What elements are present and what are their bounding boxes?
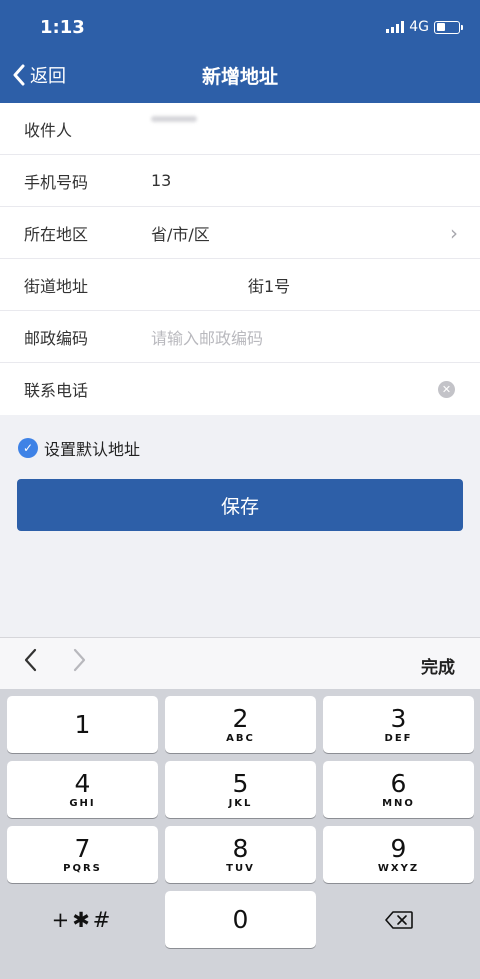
- status-indicators: 4G: [386, 19, 463, 35]
- backspace-icon: [384, 910, 413, 929]
- key-1[interactable]: 1: [7, 696, 158, 753]
- checkmark-icon: ✓: [18, 438, 38, 458]
- key-4[interactable]: 4 GHI: [7, 761, 158, 818]
- back-button[interactable]: 返回: [12, 62, 66, 88]
- region-field[interactable]: 省/市/区: [151, 221, 480, 245]
- key-9[interactable]: 9 WXYZ: [323, 826, 474, 883]
- key-digit: 2: [232, 703, 249, 733]
- street-row[interactable]: 街道地址 街1号: [0, 259, 480, 311]
- postcode-field[interactable]: 请输入邮政编码: [151, 325, 480, 349]
- recipient-field[interactable]: [151, 116, 480, 138]
- recipient-row[interactable]: 收件人: [0, 103, 480, 155]
- phone-row[interactable]: 手机号码 13: [0, 155, 480, 207]
- key-6[interactable]: 6 MNO: [323, 761, 474, 818]
- phone-field[interactable]: 13: [151, 171, 480, 190]
- postcode-row[interactable]: 邮政编码 请输入邮政编码: [0, 311, 480, 363]
- key-digit: 3: [390, 703, 407, 733]
- key-7[interactable]: 7 PQRS: [7, 826, 158, 883]
- phone-label: 手机号码: [24, 172, 89, 192]
- default-address-toggle[interactable]: ✓ 设置默认地址: [18, 436, 140, 460]
- street-field[interactable]: 街1号: [151, 273, 480, 297]
- key-letters: PQRS: [63, 862, 102, 874]
- region-row[interactable]: 所在地区 省/市/区 ›: [0, 207, 480, 259]
- key-3[interactable]: 3 DEF: [323, 696, 474, 753]
- key-letters: DEF: [384, 732, 413, 744]
- previous-field-button[interactable]: [22, 647, 38, 680]
- recipient-label: 收件人: [24, 120, 73, 140]
- key-0[interactable]: 0: [165, 891, 316, 948]
- redacted-name: [151, 116, 197, 122]
- key-digit: 8: [232, 833, 249, 863]
- symbols-label: +✱#: [51, 907, 114, 932]
- key-letters: ABC: [226, 732, 255, 744]
- address-form: 收件人 手机号码 13 所在地区 省/市/区 › 街道地址 街1号 邮政编码 请…: [0, 103, 480, 415]
- back-label: 返回: [30, 66, 66, 87]
- key-8[interactable]: 8 TUV: [165, 826, 316, 883]
- backspace-key[interactable]: [323, 891, 474, 948]
- region-label: 所在地区: [24, 224, 89, 244]
- top-bar: 1:13 4G 返回 新增地址: [0, 0, 480, 103]
- battery-icon: [434, 20, 463, 34]
- clear-icon[interactable]: ✕: [438, 380, 455, 398]
- signal-icon: [386, 21, 405, 33]
- key-digit: 7: [74, 833, 91, 863]
- key-digit: 1: [74, 709, 91, 739]
- postcode-label: 邮政编码: [24, 328, 89, 348]
- contact-phone-row[interactable]: 联系电话 ✕: [0, 363, 480, 415]
- key-5[interactable]: 5 JKL: [165, 761, 316, 818]
- network-label: 4G: [409, 19, 429, 35]
- default-address-label: 设置默认地址: [44, 440, 141, 459]
- key-digit: 4: [74, 768, 91, 798]
- key-letters: TUV: [226, 862, 255, 874]
- next-field-button[interactable]: [72, 647, 88, 680]
- numeric-keypad: 1 2 ABC 3 DEF 4 GHI 5 JKL 6 MNO 7 PQRS 8…: [0, 689, 480, 979]
- symbols-key[interactable]: +✱#: [7, 891, 158, 948]
- key-digit: 0: [232, 904, 249, 934]
- page-title: 新增地址: [201, 66, 278, 88]
- done-button[interactable]: 完成: [421, 653, 455, 678]
- chevron-right-icon: [73, 648, 86, 672]
- save-button[interactable]: 保存: [17, 479, 463, 531]
- key-letters: GHI: [69, 797, 96, 809]
- key-2[interactable]: 2 ABC: [165, 696, 316, 753]
- key-letters: WXYZ: [377, 862, 420, 874]
- chevron-right-icon: ›: [450, 220, 458, 245]
- key-letters: JKL: [228, 797, 253, 809]
- key-digit: 6: [390, 768, 407, 798]
- keyboard-accessory-bar: 完成: [0, 637, 480, 689]
- chevron-left-icon: [13, 64, 25, 86]
- chevron-left-icon: [24, 648, 37, 672]
- status-time: 1:13: [40, 17, 85, 38]
- key-digit: 5: [232, 768, 249, 798]
- street-label: 街道地址: [24, 276, 89, 296]
- contact-phone-label: 联系电话: [24, 381, 89, 400]
- street-value: 街1号: [248, 276, 291, 296]
- key-letters: MNO: [382, 797, 415, 809]
- key-digit: 9: [390, 833, 407, 863]
